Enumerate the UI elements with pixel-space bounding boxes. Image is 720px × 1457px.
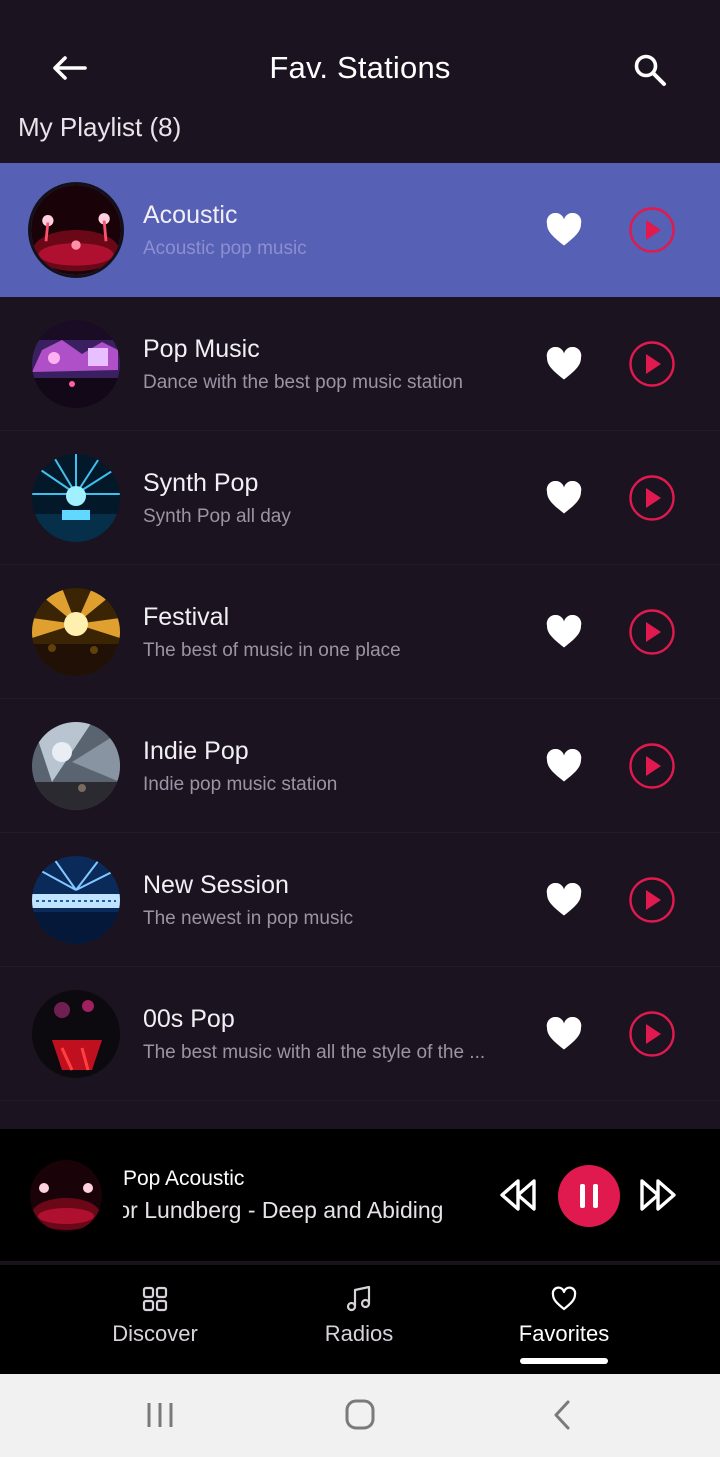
station-name: Acoustic: [143, 201, 238, 229]
fast-forward-icon: [640, 1179, 676, 1211]
station-description: The newest in pop music: [143, 908, 354, 929]
station-name: Indie Pop: [143, 737, 249, 765]
station-name: Festival: [143, 603, 230, 631]
station-name: Pop Music: [143, 335, 260, 363]
next-button[interactable]: [636, 1173, 680, 1217]
nav-label: Favorites: [518, 1321, 610, 1346]
station-thumbnail: [32, 588, 120, 676]
play-button[interactable]: [628, 876, 676, 924]
station-description: Acoustic pop music: [143, 238, 307, 259]
app-header: Fav. Stations: [0, 0, 720, 110]
player-track-text: tor Lundberg - Deep and Abiding: [123, 1197, 444, 1223]
station-row[interactable]: [0, 1101, 720, 1129]
heart-outline-icon: [551, 1286, 577, 1311]
play-circle-icon: [629, 1011, 675, 1057]
favorite-button[interactable]: [542, 746, 586, 786]
mini-player[interactable]: Pop Acoustic tor Lundberg - Deep and Abi…: [0, 1129, 720, 1261]
chevron-left-icon: [554, 1400, 570, 1430]
station-thumbnail: [32, 990, 120, 1078]
station-name: Synth Pop: [143, 469, 259, 497]
bottom-navigation: Discover Radios Favorites: [0, 1265, 720, 1374]
station-description: Synth Pop all day: [143, 506, 291, 527]
favorite-button[interactable]: [542, 880, 586, 920]
play-circle-icon: [629, 475, 675, 521]
search-icon: [634, 54, 666, 86]
play-button[interactable]: [628, 742, 676, 790]
favorite-button[interactable]: [542, 344, 586, 384]
station-thumbnail: [28, 182, 124, 278]
heart-filled-icon: [546, 481, 582, 514]
nav-label: Radios: [324, 1321, 394, 1346]
playlist-count-label: My Playlist (8): [18, 112, 182, 142]
nav-item-discover[interactable]: Discover: [55, 1265, 255, 1374]
station-row[interactable]: Acoustic Acoustic pop music: [0, 163, 720, 297]
play-button[interactable]: [628, 1010, 676, 1058]
station-name: 00s Pop: [143, 1005, 235, 1033]
nav-item-favorites[interactable]: Favorites: [464, 1265, 664, 1374]
heart-filled-icon: [546, 1017, 582, 1050]
recent-apps-icon: [147, 1403, 173, 1427]
play-button[interactable]: [628, 474, 676, 522]
station-list: Acoustic Acoustic pop music Pop Music Da…: [0, 163, 720, 1129]
system-back-button[interactable]: [542, 1398, 582, 1432]
previous-button[interactable]: [496, 1173, 540, 1217]
play-button[interactable]: [628, 206, 676, 254]
system-navigation-bar: [0, 1374, 720, 1457]
page-title: Fav. Stations: [269, 50, 451, 85]
play-circle-icon: [629, 877, 675, 923]
heart-filled-icon: [546, 749, 582, 782]
home-icon: [345, 1399, 375, 1430]
pause-button[interactable]: [558, 1165, 620, 1227]
player-track-title: tor Lundberg - Deep and Abiding: [123, 1197, 463, 1224]
search-button[interactable]: [628, 48, 672, 92]
favorite-button[interactable]: [542, 478, 586, 518]
play-circle-icon: [629, 341, 675, 387]
play-button[interactable]: [628, 608, 676, 656]
station-row[interactable]: 00s Pop The best music with all the styl…: [0, 967, 720, 1101]
station-row[interactable]: Indie Pop Indie pop music station: [0, 699, 720, 833]
station-row[interactable]: Synth Pop Synth Pop all day: [0, 431, 720, 565]
station-row[interactable]: Festival The best of music in one place: [0, 565, 720, 699]
recent-apps-button[interactable]: [140, 1398, 180, 1432]
favorite-button[interactable]: [542, 1014, 586, 1054]
station-description: Indie pop music station: [143, 774, 338, 795]
play-button[interactable]: [628, 340, 676, 388]
nav-label: Discover: [112, 1321, 198, 1346]
station-row[interactable]: Pop Music Dance with the best pop music …: [0, 297, 720, 431]
heart-filled-icon: [546, 213, 582, 246]
station-description: Dance with the best pop music station: [143, 372, 464, 393]
favorite-button[interactable]: [542, 612, 586, 652]
play-circle-icon: [629, 743, 675, 789]
player-artwork: [30, 1160, 102, 1232]
station-thumbnail: [32, 856, 120, 944]
play-circle-icon: [629, 207, 675, 253]
pause-icon: [580, 1184, 598, 1208]
heart-filled-icon: [546, 615, 582, 648]
grid-icon: [142, 1286, 168, 1312]
station-thumbnail: [32, 722, 120, 810]
station-description: The best of music in one place: [143, 640, 401, 661]
heart-filled-icon: [546, 883, 582, 916]
home-button[interactable]: [340, 1398, 380, 1432]
station-thumbnail: [32, 320, 120, 408]
rewind-icon: [500, 1179, 536, 1211]
heart-filled-icon: [546, 347, 582, 380]
player-station-name: Pop Acoustic: [123, 1167, 245, 1190]
nav-item-radios[interactable]: Radios: [259, 1265, 459, 1374]
selected-tab-indicator: [520, 1358, 608, 1364]
station-row[interactable]: New Session The newest in pop music: [0, 833, 720, 967]
play-circle-icon: [629, 609, 675, 655]
station-thumbnail: [32, 454, 120, 542]
station-name: New Session: [143, 871, 289, 899]
favorite-button[interactable]: [542, 210, 586, 250]
music-note-icon: [346, 1285, 371, 1312]
station-description: The best music with all the style of the…: [143, 1042, 486, 1063]
